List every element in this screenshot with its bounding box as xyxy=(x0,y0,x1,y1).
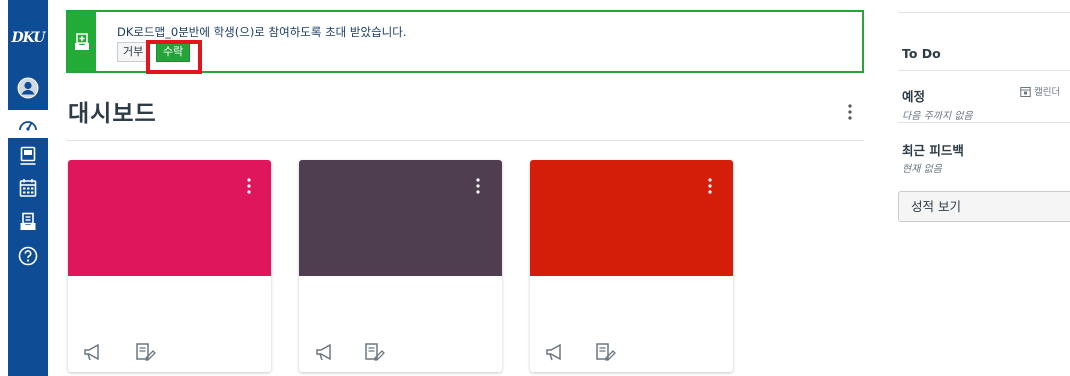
announcement-icon[interactable] xyxy=(314,342,336,362)
nav-dashboard[interactable] xyxy=(8,110,48,138)
recent-feedback-heading: 최근 피드백 xyxy=(902,143,964,158)
accept-button[interactable]: 수락 xyxy=(156,42,191,62)
nav-courses[interactable] xyxy=(8,142,48,170)
course-card[interactable] xyxy=(68,160,271,372)
global-nav: DKU xyxy=(8,0,48,376)
announcement-icon[interactable] xyxy=(544,342,566,362)
account-icon xyxy=(17,77,39,99)
nav-calendar[interactable] xyxy=(8,174,48,202)
course-card-hero[interactable] xyxy=(299,160,502,276)
invitation-icon xyxy=(75,32,89,50)
notice-side-bar xyxy=(68,12,96,71)
todo-heading: To Do xyxy=(902,46,941,61)
dashboard-icon xyxy=(19,121,37,131)
header-divider xyxy=(66,140,864,141)
sidebar-divider xyxy=(898,70,1070,71)
calendar-link-label[interactable]: 캘린더 xyxy=(1034,84,1060,98)
calendar-icon xyxy=(19,179,37,197)
calendar-link[interactable]: 캘린더 xyxy=(1020,84,1060,98)
coming-up-empty-note: 다음 주까지 없음 xyxy=(902,111,973,122)
card-options-icon[interactable] xyxy=(245,176,253,196)
view-grades-button[interactable]: 성적 보기 xyxy=(898,191,1070,222)
sidebar-top-divider xyxy=(898,12,1070,13)
recent-feedback-empty-note: 현재 없음 xyxy=(902,164,942,175)
course-card-hero[interactable] xyxy=(68,160,271,276)
nav-inbox[interactable] xyxy=(8,208,48,236)
calendar-small-icon xyxy=(1020,86,1031,97)
page-title: 대시보드 xyxy=(68,101,157,127)
dashboard-options-icon[interactable] xyxy=(845,102,855,122)
nav-account[interactable] xyxy=(8,74,48,102)
course-card[interactable] xyxy=(299,160,502,372)
assignment-icon[interactable] xyxy=(363,342,385,362)
inbox-icon xyxy=(20,212,36,230)
app: DKU DK로드맵_0분반에 학생(으)로 참여하도록 초대 받았습니다. 거부… xyxy=(0,0,1070,376)
invitation-message: DK로드맵_0분반에 학생(으)로 참여하도록 초대 받았습니다. xyxy=(117,25,407,39)
assignment-icon[interactable] xyxy=(134,342,156,362)
courses-icon xyxy=(20,146,36,165)
card-options-icon[interactable] xyxy=(706,176,714,196)
invitation-banner: DK로드맵_0분반에 학생(으)로 참여하도록 초대 받았습니다. 거부 수락 xyxy=(66,10,864,73)
help-icon xyxy=(18,246,38,266)
sidebar-divider xyxy=(898,122,1070,123)
nav-help[interactable] xyxy=(8,242,48,270)
card-options-icon[interactable] xyxy=(474,176,482,196)
coming-up-heading: 예정 xyxy=(902,89,926,104)
course-card-hero[interactable] xyxy=(530,160,733,276)
assignment-icon[interactable] xyxy=(594,342,616,362)
announcement-icon[interactable] xyxy=(82,342,104,362)
decline-button[interactable]: 거부 xyxy=(117,42,150,62)
dku-logo[interactable]: DKU xyxy=(8,30,48,46)
course-card[interactable] xyxy=(530,160,733,372)
